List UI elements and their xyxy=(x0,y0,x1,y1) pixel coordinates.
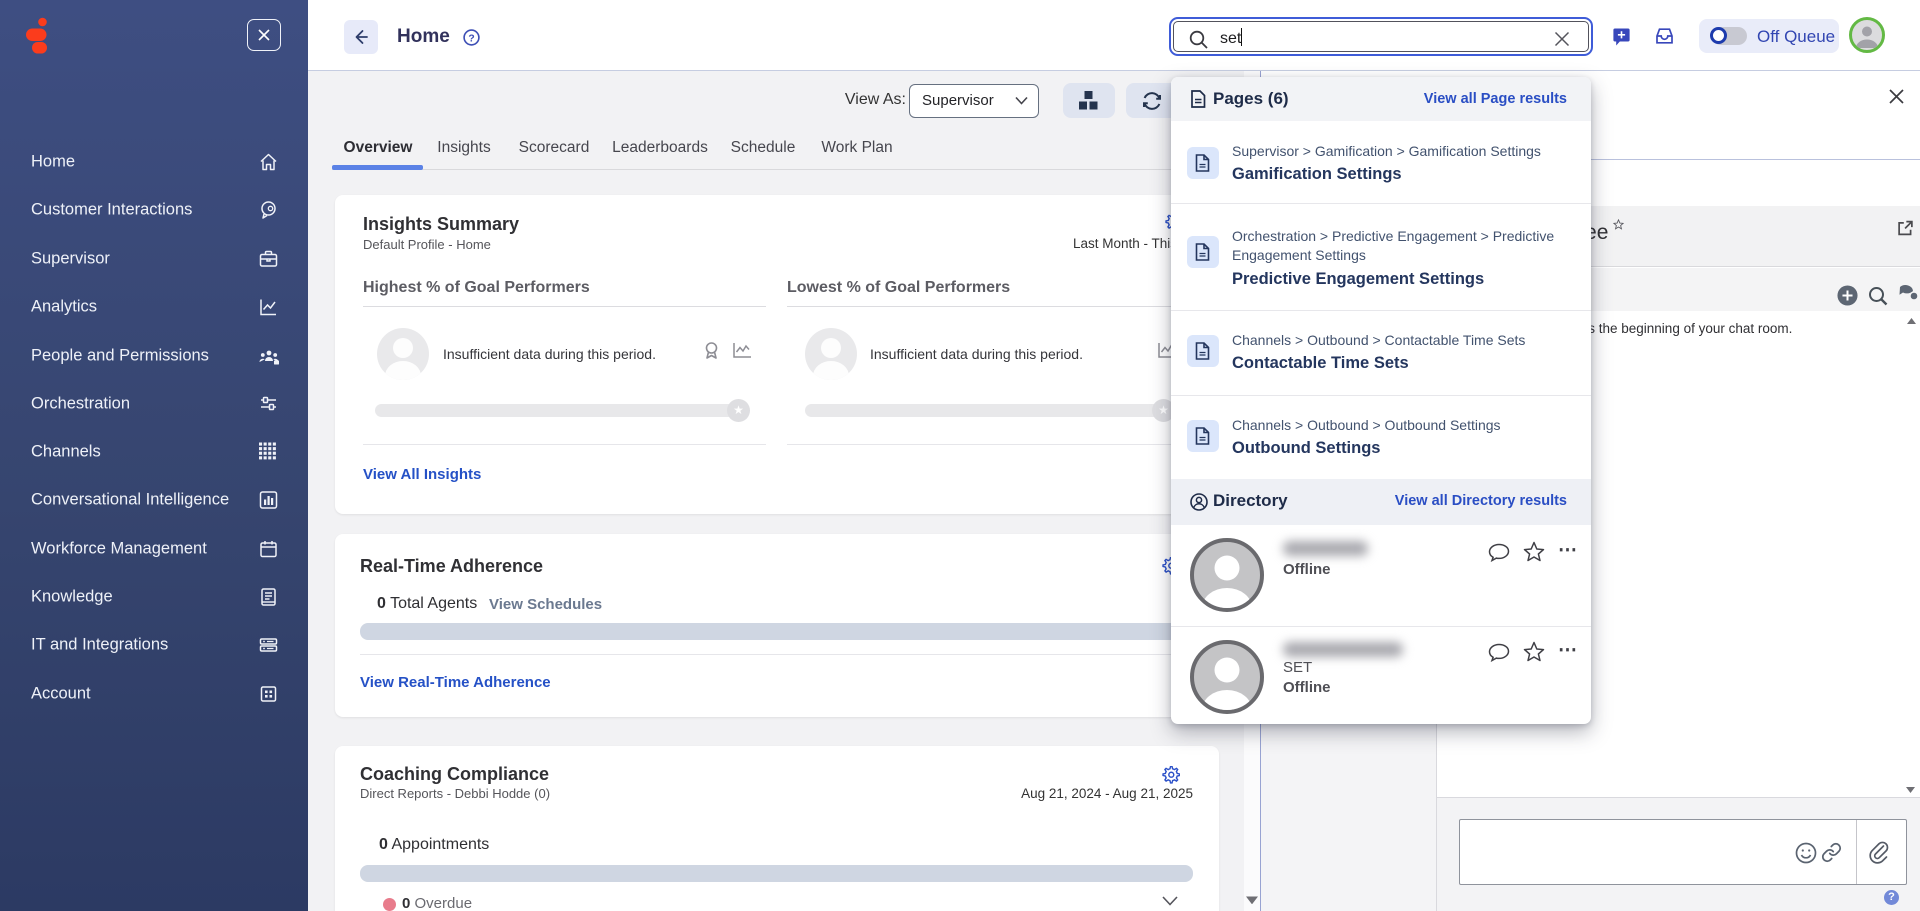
svg-text:?: ? xyxy=(468,33,474,44)
